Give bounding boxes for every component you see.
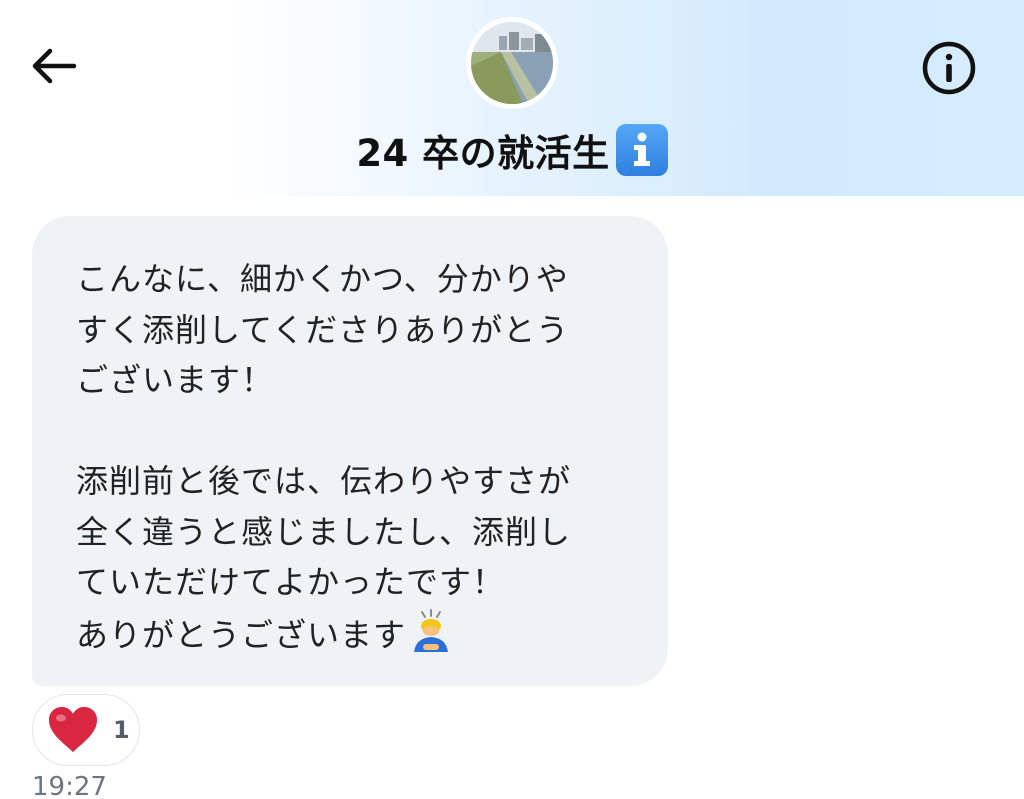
avatar-image	[471, 22, 553, 104]
message-bubble[interactable]: こんなに、細かくかつ、分かりや すく添削してくださりありがとう ございます！ 添…	[32, 216, 668, 686]
page-title: 24 卒の就活生	[356, 132, 610, 175]
info-circle-icon	[922, 41, 976, 95]
avatar[interactable]	[466, 17, 558, 109]
message-line: 全く違うと感じましたし、添削し	[76, 512, 572, 551]
conversation-header: 24 卒の就活生	[0, 0, 1024, 196]
back-button[interactable]	[22, 38, 86, 94]
red-heart-emoji-icon	[49, 707, 97, 752]
arrow-left-icon	[32, 48, 77, 84]
heart-reaction-button[interactable]: 1	[32, 694, 140, 766]
message-timestamp: 19:27	[32, 772, 107, 799]
message-line: こんなに、細かくかつ、分かりや	[76, 260, 569, 298]
message-last-line: ありがとうございます	[76, 608, 638, 659]
message-line: ございます！	[76, 361, 275, 399]
reaction-count: 1	[113, 716, 130, 744]
message-line: ていただけてよかったです！	[76, 563, 506, 601]
message-line: すく添削してくださりありがとう	[76, 310, 570, 349]
message-line: 添削前と後では、伝わりやすさが	[76, 462, 572, 500]
information-emoji-icon	[615, 124, 668, 176]
message-line-text: ありがとうございます	[76, 615, 407, 654]
info-button[interactable]	[916, 38, 982, 98]
conversation-title: 24 卒の就活生	[0, 120, 1024, 180]
person-bowing-emoji-icon	[414, 608, 449, 652]
